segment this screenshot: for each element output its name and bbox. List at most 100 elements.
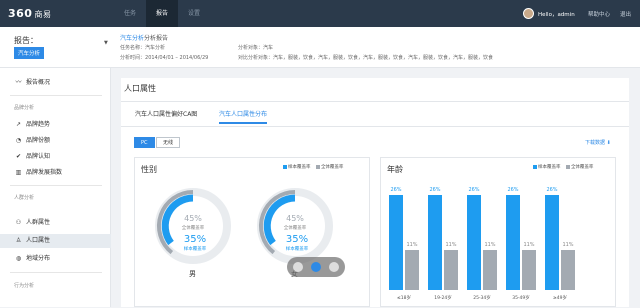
divider — [10, 95, 102, 96]
logo[interactable]: 360 商易 — [8, 7, 51, 20]
compare-objects-label: 对比分析对象： — [238, 55, 274, 61]
task-name: 任务名称：汽车分析 — [120, 44, 165, 51]
age-bar-value: 26% — [468, 186, 480, 193]
download-data-link[interactable]: 下载数据 ⬇ — [585, 139, 611, 146]
nav-reports[interactable]: 报告 — [146, 0, 178, 27]
divider — [10, 272, 102, 273]
sidebar-section-brand: 品牌分析 — [14, 105, 35, 111]
sidebar-section-audience: 人群分析 — [14, 195, 35, 201]
chevron-down-icon[interactable]: ▼ — [104, 40, 108, 46]
age-bar-overall[interactable] — [483, 249, 497, 290]
tab-distribution[interactable]: 汽车人口属性分布 — [219, 109, 268, 124]
age-bar-value: 26% — [507, 186, 519, 193]
nav-settings[interactable]: 设置 — [178, 0, 210, 27]
sidebar-item-demographics[interactable]: ♙ 人口属性 — [0, 234, 111, 248]
compare-objects-value: 汽车，服装，饮食，汽车，服装，饮食，汽车，服装，饮食，汽车，服装，饮食，汽车，服… — [273, 55, 494, 61]
report-selector[interactable]: 汽车分析 — [14, 47, 45, 59]
task-name-value: 汽车分析 — [145, 45, 166, 51]
age-bar-overall[interactable] — [444, 249, 458, 290]
legend-sample: 样本覆盖率 — [533, 164, 561, 170]
age-category-label: ≤18岁 — [397, 296, 411, 301]
divider — [121, 126, 629, 127]
sidebar-item-overview[interactable]: 〰报告概况 — [0, 76, 111, 90]
pie-icon: ◔ — [15, 137, 22, 144]
analysis-object-value: 汽车 — [263, 45, 274, 51]
carousel-dot[interactable] — [329, 262, 339, 272]
user-greeting[interactable]: Hello，admin — [538, 10, 575, 18]
check-icon: ✔ — [15, 153, 22, 160]
sidebar-item-brand-trend[interactable]: ↗ 品牌趋势 — [0, 118, 111, 132]
male-label: 男 — [189, 270, 196, 278]
age-bar-value: 11% — [562, 241, 574, 248]
report-header: 报告： 汽车分析 ▼ 汽车分析分析报告 任务名称：汽车分析 分析时间：2014/… — [0, 27, 640, 68]
male-sample-pct: 35% — [184, 234, 206, 245]
divider — [121, 101, 629, 102]
analysis-time-value: 2014/04/01 – 2014/06/29 — [145, 55, 209, 61]
sidebar-item-label: 地域分布 — [26, 255, 51, 262]
gender-card: 性别 样本覆盖率 全体覆盖率 45% 全体覆盖率 35% 样本覆盖率 45% 全… — [134, 157, 370, 307]
analysis-time-label: 分析时间： — [120, 55, 146, 61]
report-title-highlight: 汽车分析 — [120, 35, 145, 42]
carousel-dot[interactable] — [293, 262, 303, 272]
male-overall-pct: 45% — [184, 214, 202, 223]
nav-tasks[interactable]: 任务 — [114, 0, 146, 27]
sidebar-item-label: 品牌趋势 — [26, 121, 51, 128]
age-bar-value: 11% — [406, 241, 418, 248]
age-bar-overall[interactable] — [522, 249, 536, 290]
logo-subtext: 商易 — [34, 10, 52, 19]
avatar[interactable] — [523, 8, 534, 19]
pulse-icon: 〰 — [15, 79, 22, 86]
age-legend: 样本覆盖率 全体覆盖率 — [533, 164, 593, 170]
gender-rings: 45% 全体覆盖率 35% 样本覆盖率 45% 全体覆盖率 35% 样本覆盖率 — [155, 188, 333, 264]
analysis-object-label: 分析对象： — [238, 45, 264, 51]
tab-ca-chart[interactable]: 汽车人口属性偏好CA图 — [135, 109, 197, 124]
male-sample-label: 样本覆盖率 — [184, 245, 207, 252]
page-title: 人口属性 — [124, 84, 156, 93]
sidebar-item-audience-attributes[interactable]: ⚇ 人群属性 — [0, 216, 111, 230]
female-sample-pct: 35% — [286, 234, 308, 245]
sidebar-item-label: 品牌发展指数 — [26, 169, 63, 176]
sidebar-item-label: 报告概况 — [26, 79, 51, 86]
download-icon: ⬇ — [606, 140, 611, 146]
age-bar-overall[interactable] — [405, 249, 419, 290]
segment-mobile[interactable]: 无线 — [156, 137, 181, 148]
sidebar-item-brand-awareness[interactable]: ✔ 品牌认知 — [0, 150, 111, 164]
sidebar-item-label: 品牌份额 — [26, 137, 51, 144]
sidebar-item-label: 人群属性 — [26, 219, 51, 226]
sidebar-item-region[interactable]: ◍ 地域分布 — [0, 252, 111, 266]
age-category-label: 35-49岁 — [512, 296, 530, 301]
legend-overall: 全体覆盖率 — [565, 164, 594, 170]
age-bar-overall[interactable] — [561, 249, 575, 290]
download-label: 下载数据 — [585, 140, 606, 146]
logout-link[interactable]: 退出 — [620, 10, 631, 18]
help-center-link[interactable]: 帮助中心 — [588, 10, 610, 18]
segment-pc[interactable]: PC — [134, 137, 155, 148]
trend-icon: ↗ — [15, 121, 22, 128]
legend-overall-label: 全体覆盖率 — [570, 165, 594, 170]
age-bar-value: 11% — [523, 241, 535, 248]
report-title-rest: 分析报告 — [144, 35, 169, 42]
age-category-label: ≥49岁 — [553, 296, 567, 301]
age-bar-value: 11% — [445, 241, 457, 248]
carousel-dot-active[interactable] — [311, 262, 321, 272]
age-bar-value: 26% — [546, 186, 558, 193]
globe-icon: ◍ — [15, 255, 22, 262]
top-navigation-bar: 360 商易 任务 报告 设置 Hello，admin 帮助中心 退出 — [0, 0, 640, 27]
analysis-object: 分析对象：汽车 — [238, 44, 273, 51]
legend-sample-label: 样本覆盖率 — [538, 165, 561, 170]
main-panel: 人口属性 汽车人口属性偏好CA图 汽车人口属性分布 PC 无线 下载数据 ⬇ 性… — [121, 78, 629, 307]
users-icon: ⚇ — [15, 219, 22, 226]
age-bar-value: 11% — [484, 241, 496, 248]
sidebar-item-brand-share[interactable]: ◔ 品牌份额 — [0, 134, 111, 148]
analysis-time: 分析时间：2014/04/01 – 2014/06/29 — [120, 54, 208, 61]
age-card: 年龄 样本覆盖率 全体覆盖率 26% 11% ≤18岁 26% 11% 19-24岁 26%… — [380, 157, 616, 307]
divider — [10, 185, 102, 186]
report-title: 汽车分析分析报告 — [120, 33, 168, 42]
age-category-label: 25-34岁 — [473, 296, 491, 301]
task-name-label: 任务名称： — [120, 45, 146, 51]
sidebar-item-label: 品牌认知 — [26, 153, 51, 160]
carousel-pager — [287, 257, 345, 277]
compare-objects: 对比分析对象：汽车，服装，饮食，汽车，服装，饮食，汽车，服装，饮食，汽车，服装，… — [238, 54, 493, 61]
sidebar-item-brand-index[interactable]: ▥ 品牌发展指数 — [0, 166, 111, 180]
sidebar: 〰报告概况 品牌分析 ↗ 品牌趋势 ◔ 品牌份额 ✔ 品牌认知 ▥ 品牌发展指数 人群分… — [0, 68, 111, 307]
